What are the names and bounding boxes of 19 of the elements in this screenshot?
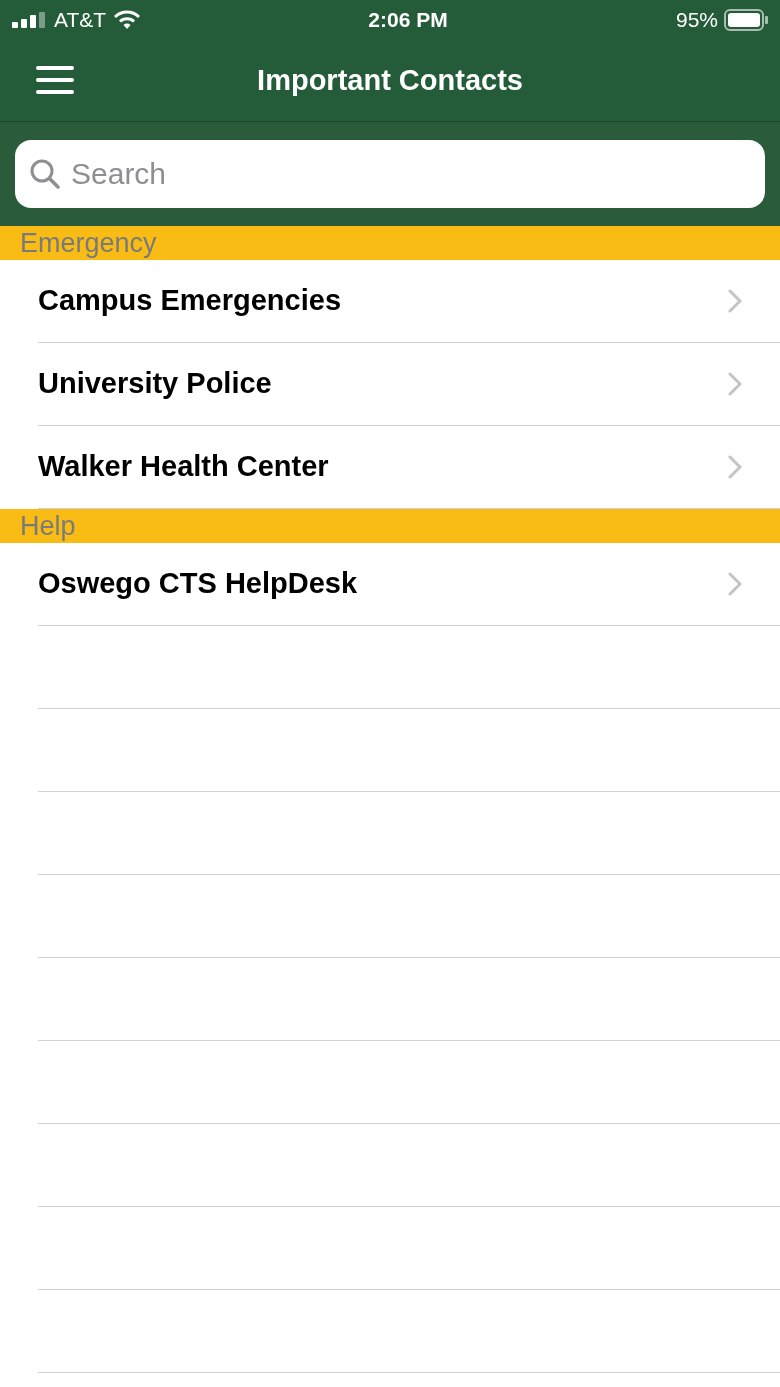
contact-row[interactable]: Oswego CTS HelpDesk bbox=[38, 543, 780, 626]
section-header: Emergency bbox=[20, 226, 157, 260]
menu-button[interactable] bbox=[36, 64, 74, 96]
clock-time: 2:06 PM bbox=[368, 7, 448, 34]
contact-row[interactable]: University Police bbox=[38, 343, 780, 426]
chevron-icon bbox=[728, 572, 742, 596]
chevron-icon bbox=[728, 372, 742, 396]
carrier-name: AT&T bbox=[54, 7, 107, 34]
battery-percent: 95% bbox=[675, 7, 718, 34]
search-icon bbox=[29, 158, 61, 190]
section-header: Help bbox=[20, 509, 76, 543]
battery-icon bbox=[724, 9, 768, 31]
screen-title: Important Contacts bbox=[257, 62, 523, 98]
wifi-icon bbox=[114, 10, 141, 30]
search-field[interactable]: Search bbox=[15, 140, 765, 208]
signal-icon bbox=[12, 12, 46, 28]
contact-row[interactable]: Campus Emergencies bbox=[38, 260, 780, 343]
chevron-icon bbox=[728, 289, 742, 313]
chevron-icon bbox=[728, 455, 742, 479]
